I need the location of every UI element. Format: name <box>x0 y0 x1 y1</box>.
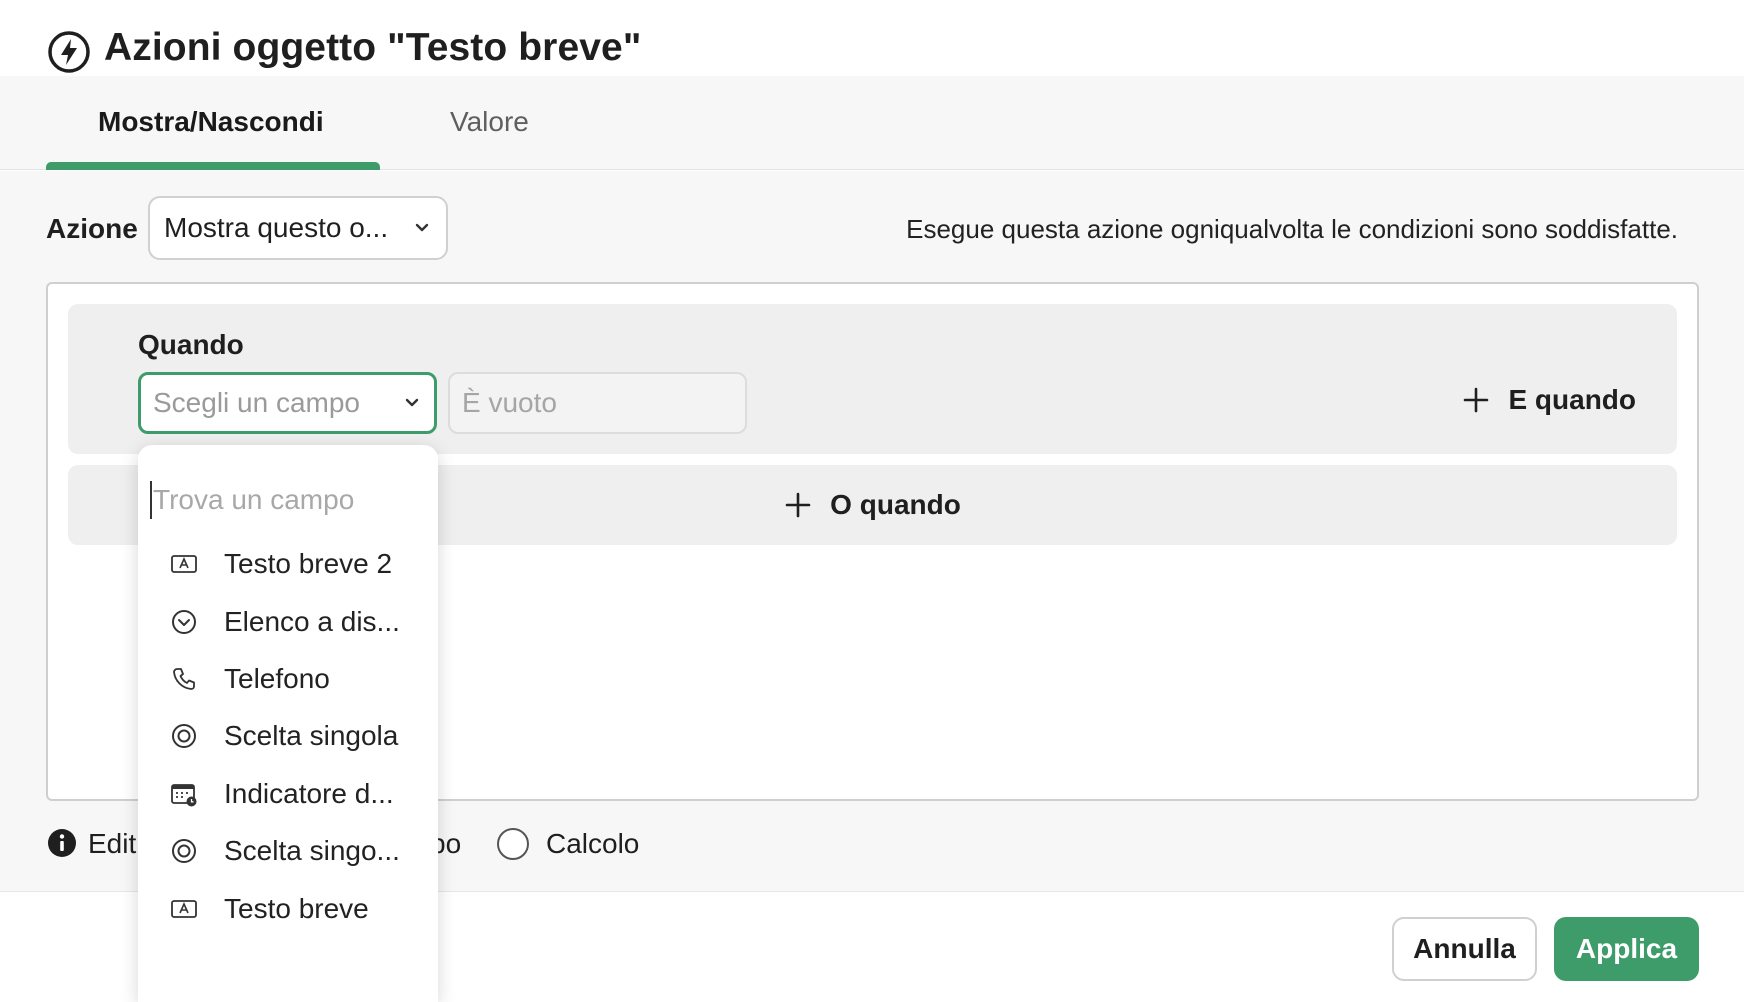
dropdown-item-label: Testo breve 2 <box>224 548 393 579</box>
dropdown-item-label: Telefono <box>224 663 330 694</box>
dropdown-item-label: Testo breve <box>224 893 369 924</box>
dropdown-item[interactable]: Scelta singo... <box>138 823 438 879</box>
and-when-button[interactable]: E quando <box>1462 384 1636 416</box>
active-tab-indicator <box>46 162 380 170</box>
dropdown-item-label: Elenco a dis... <box>224 606 400 637</box>
operator-placeholder: È vuoto <box>462 387 557 418</box>
calc-label: Calcolo <box>546 828 640 859</box>
action-label: Azione <box>46 213 138 244</box>
and-when-label: E quando <box>1508 384 1636 415</box>
operator-select[interactable]: È vuoto <box>448 372 747 434</box>
or-when-label: O quando <box>830 489 961 520</box>
text-field-icon <box>171 555 197 573</box>
plus-icon <box>1464 387 1489 413</box>
calendar-clock-icon <box>171 784 197 807</box>
dropdown-circle-icon <box>172 610 196 634</box>
tab-mostra-nascondi[interactable]: Mostra/Nascondi <box>98 106 324 138</box>
when-label: Quando <box>138 329 244 360</box>
dropdown-item[interactable]: Scelta singola <box>138 708 438 764</box>
tab-valore[interactable]: Valore <box>450 106 529 138</box>
dialog-title: Azioni oggetto "Testo breve" <box>104 26 642 69</box>
dropdown-item-label: Scelta singo... <box>224 835 400 866</box>
action-select[interactable]: Mostra questo o... <box>148 196 448 260</box>
dropdown-item[interactable]: Elenco a dis... <box>138 594 438 650</box>
dropdown-item[interactable]: Testo breve <box>138 881 438 937</box>
lightning-icon <box>48 31 90 73</box>
phone-icon <box>173 668 195 690</box>
edit-option-label: Edit <box>88 828 137 859</box>
dropdown-item[interactable]: Telefono <box>138 651 438 707</box>
field-select[interactable]: Scegli un campo <box>138 372 437 434</box>
cancel-button[interactable]: Annulla <box>1392 917 1537 981</box>
info-icon <box>48 829 76 857</box>
chevron-down-icon <box>405 398 419 407</box>
dropdown-item-label: Scelta singola <box>224 720 399 751</box>
text-field-icon <box>171 900 197 918</box>
dropdown-item-label: Indicatore d... <box>224 778 394 809</box>
field-dropdown: Testo breve 2 Elenco a dis... Telefono S… <box>138 445 438 1002</box>
plus-icon <box>785 492 811 518</box>
dropdown-item[interactable]: Testo breve 2 <box>138 536 438 592</box>
action-select-value: Mostra questo o... <box>164 212 389 243</box>
action-hint: Esegue questa azione ogniqualvolta le co… <box>906 214 1678 244</box>
dropdown-item[interactable]: Indicatore d... <box>138 766 438 822</box>
find-field-input[interactable] <box>150 481 420 519</box>
calc-radio[interactable] <box>497 828 529 860</box>
radio-target-icon <box>172 724 196 748</box>
radio-target-icon <box>172 839 196 863</box>
field-select-placeholder: Scegli un campo <box>153 387 361 418</box>
apply-button[interactable]: Applica <box>1554 917 1699 981</box>
chevron-down-icon <box>415 223 429 232</box>
